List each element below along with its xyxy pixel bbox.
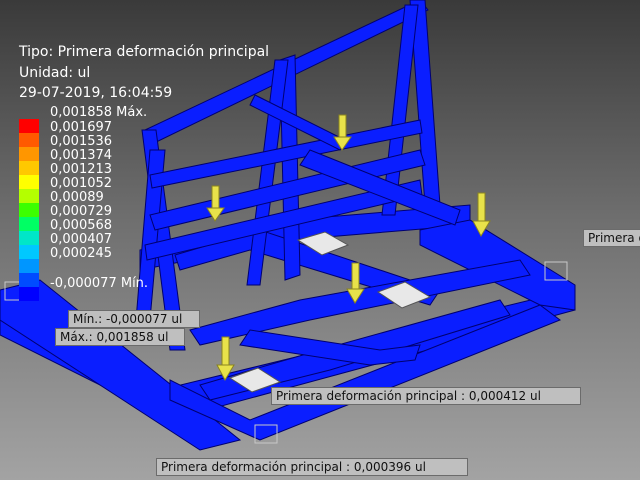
legend-max-label: 0,001858 Máx. [50,105,148,120]
legend-value: 0,001374 [50,148,113,163]
model-viewport[interactable]: Tipo: Primera deformación principal Unid… [0,0,640,480]
legend-min-label: -0,000077 Mín. [50,276,149,291]
result-timestamp: 29-07-2019, 16:04:59 [19,85,173,101]
legend-value: 0,000568 [50,218,113,233]
result-unit-label: Unidad: ul [19,65,91,81]
legend-value: 0,001697 [50,120,113,135]
legend-value: 0,001213 [50,162,113,177]
legend-value: 0,001536 [50,134,113,149]
min-probe-label[interactable]: Mín.: -0,000077 ul [68,310,200,328]
legend-value: 0,000407 [50,232,113,247]
legend-swatch [19,217,39,231]
legend-swatch [19,147,39,161]
legend-swatch [19,259,39,273]
legend-swatch [19,189,39,203]
result-type-label: Tipo: Primera deformación principal [19,44,270,60]
strain-probe-label-2[interactable]: Primera deformación principal : 0,000396… [156,458,468,476]
max-probe-label[interactable]: Máx.: 0,001858 ul [55,328,185,346]
legend-swatch [19,273,39,287]
legend-swatch [19,161,39,175]
legend-value: 0,000245 [50,246,113,261]
left-base-rail [0,279,242,451]
legend-swatch [19,287,39,301]
legend-swatch [19,133,39,147]
legend-swatch [19,203,39,217]
strain-probe-label-1[interactable]: Primera deformación principal : 0,000412… [271,387,581,405]
strain-probe-label-3[interactable]: Primera deformación principal [583,229,640,247]
legend-swatch [19,245,39,259]
legend-value: 0,001052 [50,176,113,191]
legend-swatch [19,231,39,245]
legend-swatch [19,119,39,133]
diagonal-brace [249,94,346,151]
legend-value: 0,00089 [50,190,104,205]
legend-swatch [19,175,39,189]
legend-value: 0,000729 [50,204,113,219]
